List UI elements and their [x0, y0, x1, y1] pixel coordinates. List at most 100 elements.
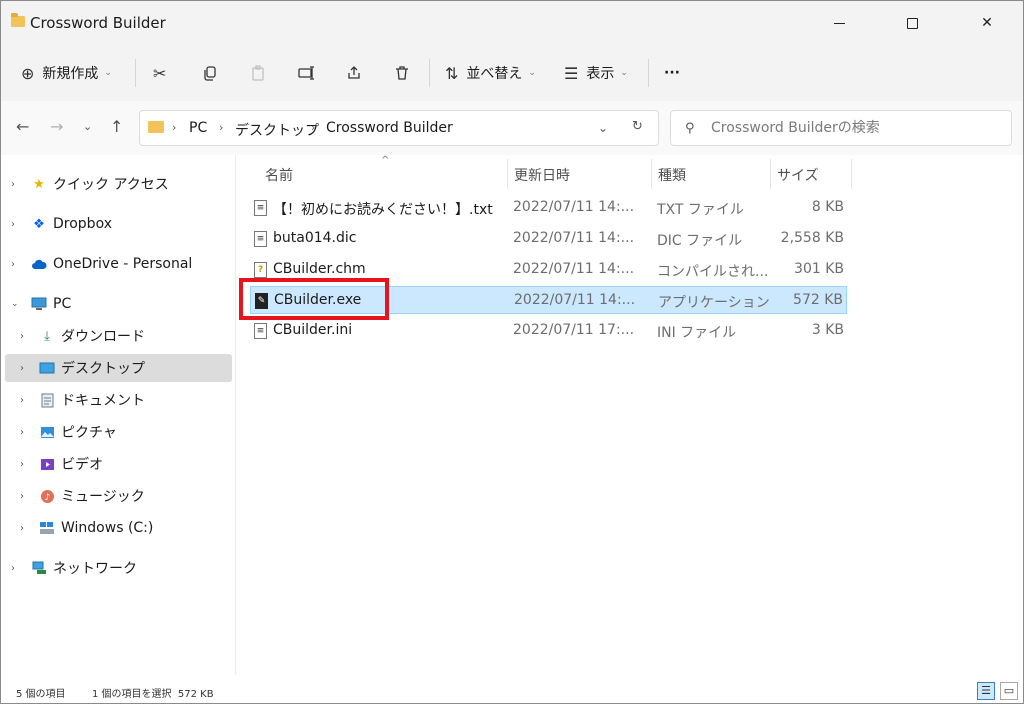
column-header-size[interactable]: サイズ: [777, 165, 819, 185]
column-divider[interactable]: [651, 159, 652, 189]
column-divider[interactable]: [770, 159, 771, 189]
nav-item-label: ビデオ: [61, 457, 103, 473]
refresh-icon[interactable]: ↻: [632, 119, 643, 134]
command-bar: ⊕ 新規作成 ⌄ ✂ ⇅ 並べ替え ⌄ ☰ 表示 ⌄ ···: [1, 45, 1023, 102]
maximize-icon: [906, 17, 918, 29]
chevron-down-icon: ⌄: [11, 299, 19, 309]
nav-item-pictures[interactable]: › ピクチャ: [5, 418, 232, 446]
delete-button[interactable]: [394, 61, 410, 85]
chevron-right-icon: ›: [20, 394, 24, 406]
chevron-right-icon: ›: [11, 562, 15, 574]
window-title: Crossword Builder: [30, 14, 166, 32]
navigation-pane: › ★ クイック アクセス › ❖ Dropbox › OneDrive - P…: [1, 155, 235, 675]
address-bar[interactable]: › PC › デスクトップ › Crossword Builder ⌄ ↻: [139, 110, 659, 146]
folder-icon: [148, 121, 164, 133]
file-name: buta014.dic: [273, 230, 357, 246]
music-icon: ♪: [39, 489, 55, 503]
copy-icon: [204, 66, 216, 81]
new-button[interactable]: ⊕ 新規作成 ⌄: [21, 61, 112, 85]
text-file-icon: ≡: [254, 231, 267, 247]
nav-item-downloads[interactable]: › ⤓ ダウンロード: [5, 322, 232, 350]
pane-splitter[interactable]: [235, 155, 236, 675]
column-header-date[interactable]: 更新日時: [514, 165, 570, 185]
file-name: CBuilder.chm: [273, 261, 366, 277]
nav-item-label: ピクチャ: [61, 425, 117, 441]
column-divider[interactable]: [851, 159, 852, 189]
up-button[interactable]: ↑: [110, 117, 123, 136]
chevron-right-icon: ›: [11, 258, 15, 270]
file-list: ^ 名前 更新日時 種類 サイズ ≡ 【！初めにお読みください！】.txt 20…: [241, 155, 1021, 675]
nav-item-label: ダウンロード: [61, 329, 145, 345]
nav-item-label: ネットワーク: [53, 561, 137, 577]
nav-item-documents[interactable]: › ドキュメント: [5, 386, 232, 414]
file-date: 2022/07/11 14:...: [513, 199, 635, 215]
search-box[interactable]: ⚲: [670, 110, 1012, 146]
file-date: 2022/07/11 14:...: [513, 230, 635, 246]
search-icon: ⚲: [685, 121, 695, 136]
chevron-right-icon: ›: [311, 121, 316, 134]
nav-item-network[interactable]: › ネットワーク: [5, 554, 232, 582]
chevron-down-icon: ⌄: [528, 68, 536, 78]
file-type: アプリケーション: [658, 295, 770, 311]
paste-button[interactable]: [250, 61, 266, 85]
arrow-left-icon: ←: [16, 117, 30, 136]
arrow-right-icon: →: [50, 117, 64, 136]
divider: [135, 59, 136, 87]
search-input[interactable]: [709, 118, 1003, 138]
view-button[interactable]: ☰ 表示 ⌄: [564, 61, 628, 85]
back-button[interactable]: ←: [16, 117, 29, 136]
column-header-type[interactable]: 種類: [658, 165, 686, 185]
rename-icon: [298, 66, 314, 80]
view-label: 表示: [586, 66, 615, 82]
column-divider[interactable]: [507, 159, 508, 189]
file-date: 2022/07/11 14:...: [513, 261, 635, 277]
tiles-view-button[interactable]: ▭: [1000, 682, 1018, 700]
nav-item-quick-access[interactable]: › ★ クイック アクセス: [5, 170, 232, 198]
nav-item-videos[interactable]: › ビデオ: [5, 450, 232, 478]
scissors-icon: ✂: [153, 63, 167, 83]
nav-item-windows-c[interactable]: › Windows (C:): [5, 514, 232, 542]
forward-button[interactable]: →: [50, 117, 63, 136]
breadcrumb-pc[interactable]: PC: [189, 120, 207, 136]
chevron-right-icon: ›: [20, 490, 24, 502]
chevron-down-icon[interactable]: ⌄: [598, 121, 608, 135]
share-button[interactable]: [346, 61, 362, 85]
recent-locations-button[interactable]: ⌄: [83, 120, 92, 133]
file-date: 2022/07/11 14:...: [514, 292, 636, 308]
video-icon: [39, 457, 55, 471]
maximize-button[interactable]: [889, 1, 935, 45]
chevron-right-icon: ›: [20, 458, 24, 470]
address-row: ← → ⌄ ↑ › PC › デスクトップ › Crossword Builde…: [1, 101, 1023, 155]
copy-button[interactable]: [202, 61, 218, 85]
chevron-right-icon: ›: [172, 121, 177, 134]
close-button[interactable]: ✕: [964, 1, 1010, 45]
breadcrumb-desktop[interactable]: デスクトップ: [235, 120, 319, 140]
svg-text:♪: ♪: [44, 493, 50, 503]
rename-button[interactable]: [298, 61, 316, 85]
file-row[interactable]: ≡ buta014.dic 2022/07/11 14:... DIC ファイル…: [250, 225, 847, 253]
file-size: 8 KB: [811, 199, 844, 215]
file-row[interactable]: ≡ 【！初めにお読みください！】.txt 2022/07/11 14:... T…: [250, 194, 847, 222]
nav-item-pc[interactable]: ⌄ PC: [5, 290, 232, 318]
nav-item-desktop[interactable]: › デスクトップ: [5, 354, 232, 382]
chevron-down-icon: ⌄: [83, 120, 93, 133]
settings-file-icon: ≡: [254, 323, 267, 339]
view-list-icon: ☰: [564, 63, 579, 83]
sort-button[interactable]: ⇅ 並べ替え ⌄: [445, 61, 536, 85]
nav-item-label: デスクトップ: [61, 361, 145, 377]
nav-item-onedrive[interactable]: › OneDrive - Personal: [5, 250, 232, 278]
nav-item-dropbox[interactable]: › ❖ Dropbox: [5, 210, 232, 238]
drive-icon: [39, 521, 55, 535]
more-button[interactable]: ···: [664, 61, 680, 85]
sort-icon: ⇅: [445, 63, 459, 83]
column-header-name[interactable]: 名前: [265, 165, 293, 185]
trash-icon: [396, 66, 408, 80]
dropbox-icon: ❖: [33, 216, 45, 232]
minimize-button[interactable]: [816, 1, 862, 45]
breadcrumb-crossword-builder[interactable]: Crossword Builder: [326, 120, 453, 136]
details-view-button[interactable]: ☰: [977, 682, 995, 700]
arrow-up-icon: ↑: [110, 117, 124, 136]
nav-item-music[interactable]: › ♪ ミュージック: [5, 482, 232, 510]
file-row[interactable]: ≡ CBuilder.ini 2022/07/11 17:... INI ファイ…: [250, 317, 847, 345]
cut-button[interactable]: ✂: [153, 61, 166, 85]
